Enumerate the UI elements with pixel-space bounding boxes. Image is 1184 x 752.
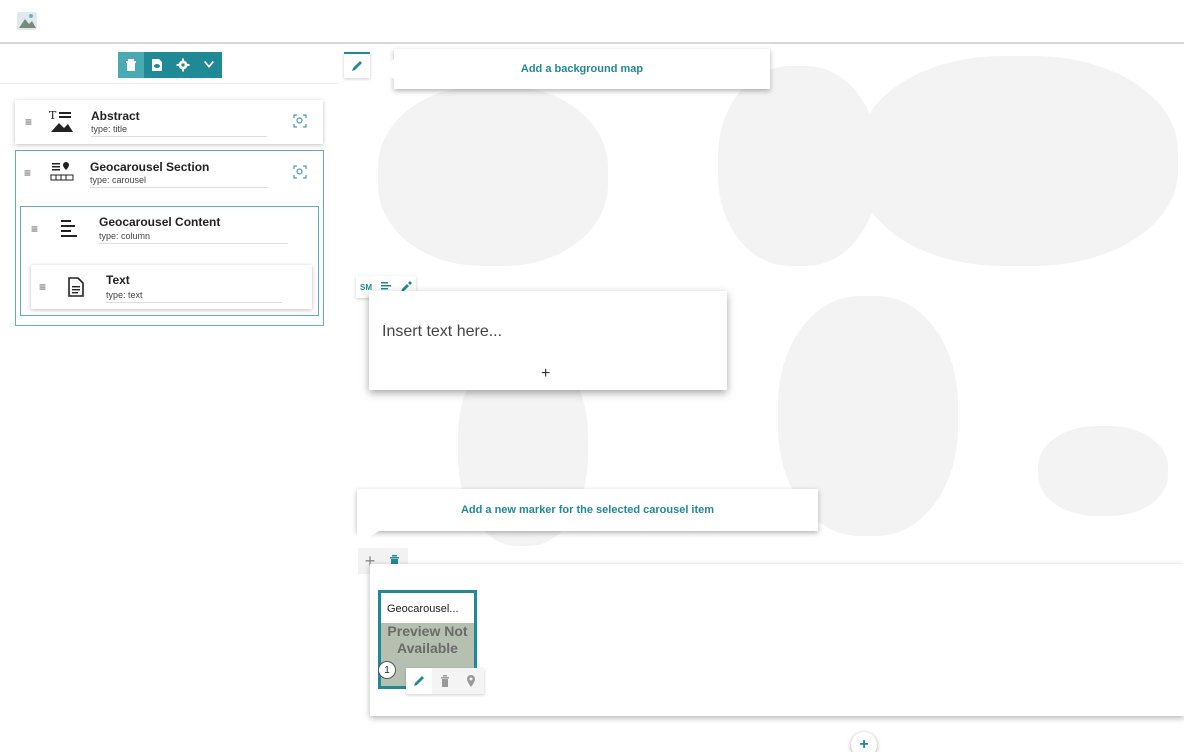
preview-icon (152, 59, 162, 71)
tree-node-text[interactable]: ≡ Text type: text (31, 265, 312, 309)
settings-button[interactable] (170, 52, 196, 78)
map-landmass (718, 66, 878, 266)
gear-icon (176, 58, 190, 72)
node-title: Text (106, 273, 130, 287)
map-landmass (378, 86, 608, 266)
add-section-button[interactable]: + (851, 732, 877, 752)
tree-node-geocarousel-content[interactable]: ≡ Geocarousel Content type: column ≡ Tex… (20, 206, 319, 316)
drag-handle-icon[interactable]: ≡ (39, 281, 46, 293)
focus-icon[interactable] (293, 114, 307, 128)
carousel-panel: Geocarousel... Preview Not Available 1 (370, 564, 1184, 716)
drag-handle-icon[interactable]: ≡ (24, 167, 31, 179)
left-panel: ≡ T Abstract type: title ≡ Geocarousel S… (0, 46, 338, 752)
delete-item-button[interactable] (432, 668, 458, 694)
top-bar (0, 0, 1184, 44)
text-block[interactable]: Insert text here... + (369, 291, 727, 390)
edit-background-button[interactable] (344, 52, 370, 78)
tooltip-text: Add a new marker for the selected carous… (460, 504, 715, 516)
drag-handle-icon[interactable]: ≡ (25, 116, 32, 128)
focus-icon[interactable] (293, 165, 307, 179)
map-marker-icon (467, 675, 475, 687)
app-logo-icon[interactable] (16, 10, 38, 32)
node-type: type: column (99, 231, 288, 244)
background-map-tooltip: Add a background map (380, 49, 770, 89)
delete-button[interactable] (118, 52, 144, 78)
node-type: type: carousel (90, 175, 268, 188)
chevron-down-icon (204, 61, 214, 68)
trash-icon (126, 59, 136, 71)
add-marker-tooltip: Add a new marker for the selected carous… (357, 489, 818, 545)
pencil-icon (414, 676, 424, 686)
carousel-item-title: Geocarousel... (387, 603, 459, 615)
tree-node-abstract[interactable]: ≡ T Abstract type: title (15, 100, 323, 144)
tree-node-geocarousel-section[interactable]: ≡ Geocarousel Section type: carousel ≡ G… (15, 150, 324, 326)
preview-button[interactable] (144, 52, 170, 78)
node-type: type: text (106, 290, 282, 303)
document-icon (68, 277, 84, 297)
story-toolbar (0, 46, 338, 84)
preview-unavailable-text: Preview Not Available (387, 623, 468, 656)
add-content-button[interactable]: + (541, 365, 550, 383)
carousel-icon (50, 162, 74, 181)
drag-handle-icon[interactable]: ≡ (31, 223, 38, 235)
tooltip-text: Add a background map (520, 63, 644, 75)
toolbar-button-group (118, 52, 222, 78)
text-placeholder[interactable]: Insert text here... (382, 323, 502, 341)
node-title: Geocarousel Section (90, 160, 210, 174)
trash-icon (441, 675, 449, 687)
node-title: Abstract (91, 109, 140, 123)
node-type: type: title (91, 124, 267, 137)
column-icon (61, 220, 77, 237)
item-number-badge: 1 (378, 661, 396, 679)
carousel-item-toolbar (406, 668, 484, 694)
map-landmass (858, 56, 1178, 266)
collapse-button[interactable] (196, 52, 222, 78)
node-title: Geocarousel Content (99, 215, 221, 229)
edit-item-button[interactable] (406, 668, 432, 694)
title-icon: T (49, 110, 73, 132)
pencil-icon (352, 61, 362, 71)
marker-button[interactable] (458, 668, 484, 694)
svg-text:T: T (49, 110, 57, 122)
map-landmass (1038, 426, 1168, 516)
